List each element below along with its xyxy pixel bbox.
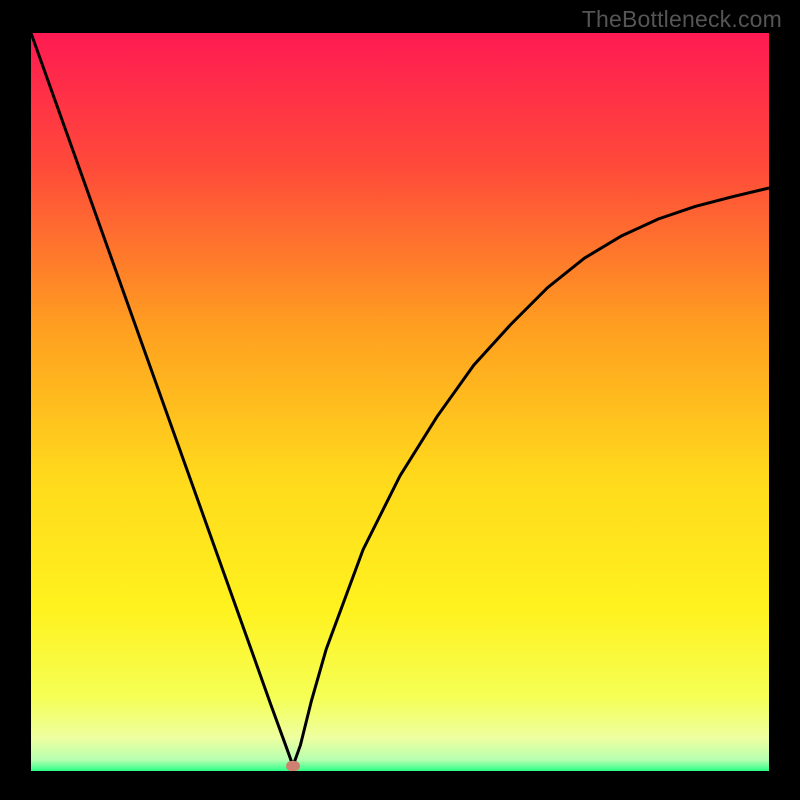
chart-frame: TheBottleneck.com (0, 0, 800, 800)
watermark-text: TheBottleneck.com (582, 6, 782, 33)
bottleneck-curve (31, 33, 769, 771)
curve-minimum-marker (286, 761, 300, 771)
